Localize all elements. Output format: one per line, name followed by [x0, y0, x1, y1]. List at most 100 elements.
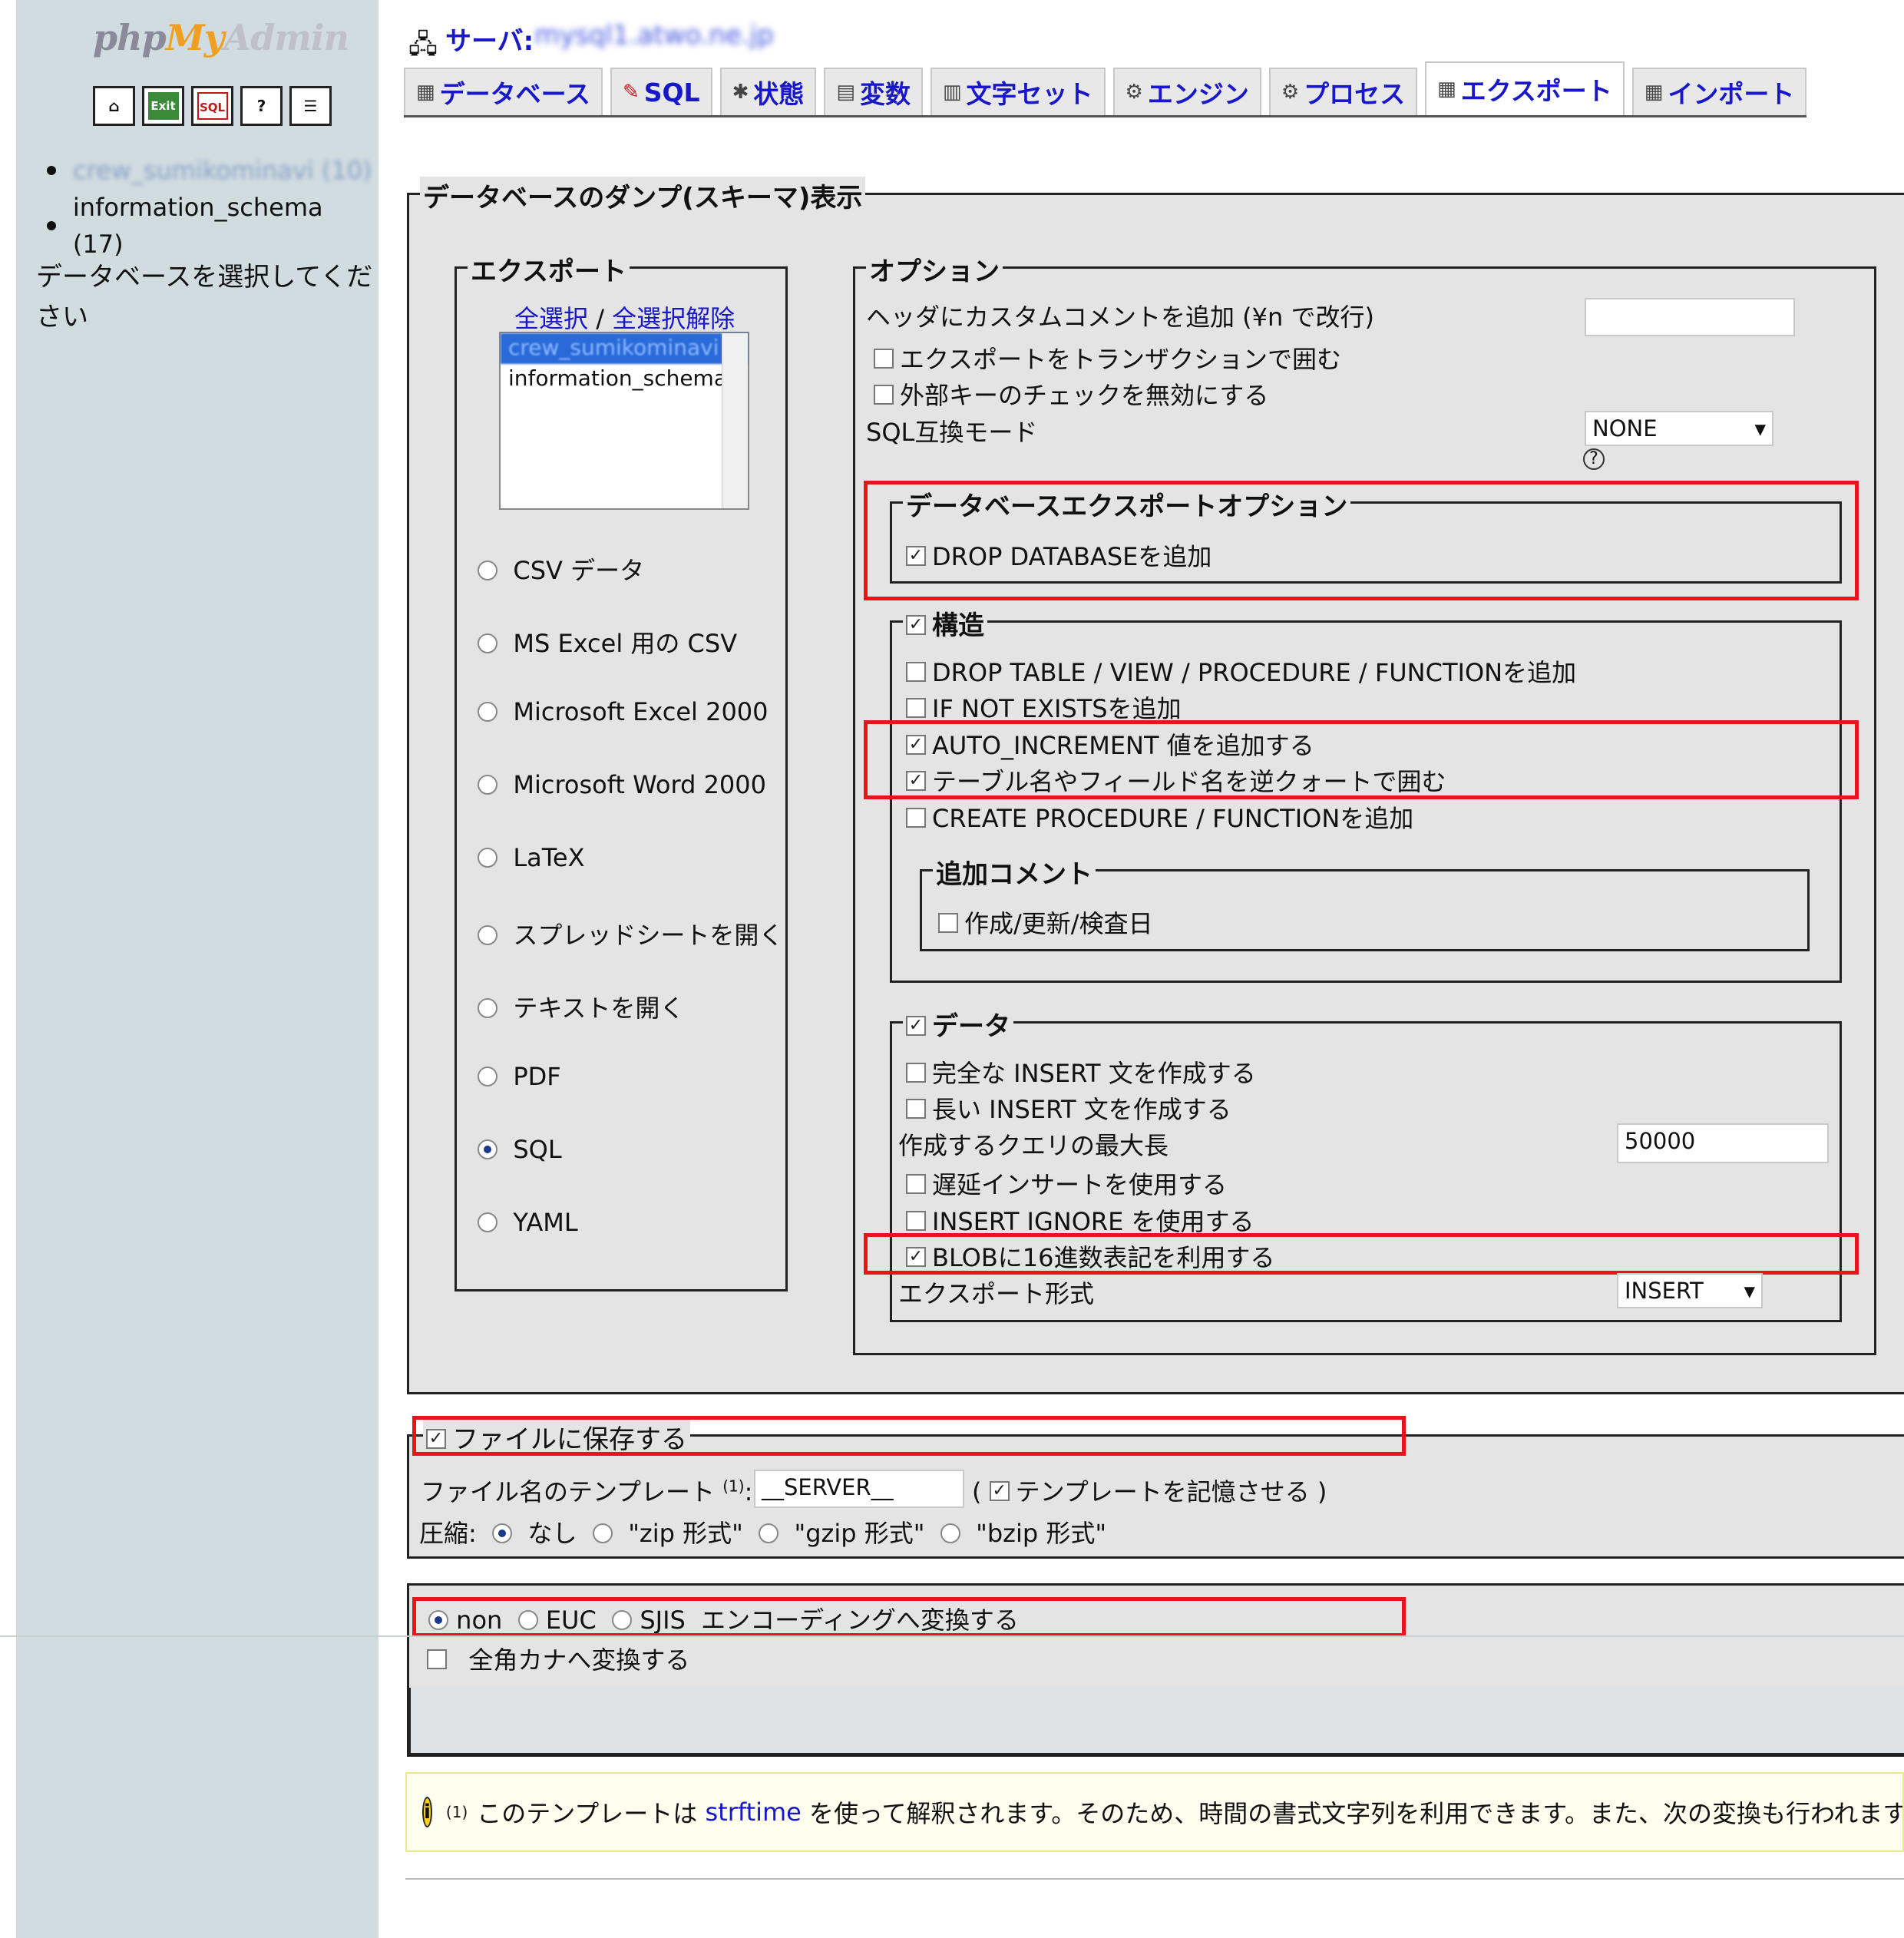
- structure-option[interactable]: CREATE PROCEDURE / FUNCTIONを追加: [906, 799, 1413, 835]
- structure-option[interactable]: DROP TABLE / VIEW / PROCEDURE / FUNCTION…: [906, 653, 1576, 689]
- exit-icon[interactable]: Exit: [142, 86, 184, 126]
- help-icon[interactable]: ?: [240, 86, 283, 126]
- bullet: [47, 221, 56, 230]
- fk-option[interactable]: 外部キーのチェックを無効にする: [874, 376, 1268, 412]
- format-csv-excel[interactable]: MS Excel 用の CSV: [478, 624, 737, 660]
- delayed-insert-checkbox[interactable]: [906, 1174, 926, 1194]
- server-host[interactable]: mysql1.atwo.ne.jp: [534, 20, 774, 51]
- transaction-checkbox[interactable]: [874, 349, 894, 369]
- format-label: テキストを開く: [513, 994, 685, 1023]
- home-icon[interactable]: ⌂: [93, 86, 135, 126]
- tab-charset[interactable]: ▥ 文字セット: [930, 68, 1106, 115]
- tab-sql[interactable]: ✎ SQL: [610, 68, 712, 115]
- complete-insert-checkbox[interactable]: [906, 1063, 926, 1083]
- remember-template-checkbox[interactable]: ✓: [989, 1481, 1010, 1501]
- sql-icon[interactable]: SQL: [191, 86, 233, 126]
- listbox-scrollbar[interactable]: [722, 333, 748, 508]
- data-option[interactable]: 完全な INSERT 文を作成する: [906, 1054, 1256, 1090]
- db-option-selected[interactable]: crew_sumikominavi: [501, 333, 748, 364]
- format-radio[interactable]: [478, 775, 497, 795]
- database-item[interactable]: information_schema (17): [47, 189, 378, 263]
- extended-insert-label: 長い INSERT 文を作成する: [932, 1095, 1231, 1124]
- format-radio[interactable]: [478, 925, 497, 945]
- comments-option[interactable]: 作成/更新/検査日: [938, 905, 1153, 940]
- exit-icon-label: Exit: [147, 92, 179, 120]
- separator: /: [596, 304, 604, 333]
- frame-divider: [0, 1635, 1904, 1637]
- compression-gzip-radio[interactable]: [759, 1523, 779, 1543]
- format-sql[interactable]: SQL: [478, 1135, 562, 1164]
- help-icon[interactable]: ?: [1583, 448, 1605, 470]
- max-query-input[interactable]: 50000: [1617, 1123, 1829, 1163]
- select-all-link[interactable]: 全選択: [514, 304, 588, 333]
- format-radio[interactable]: [478, 702, 497, 722]
- tab-process[interactable]: ⚙ プロセス: [1268, 68, 1418, 115]
- data-legend[interactable]: ✓ データ: [903, 1005, 1013, 1043]
- format-text[interactable]: テキストを開く: [478, 989, 684, 1024]
- strftime-link[interactable]: strftime: [705, 1797, 801, 1827]
- format-excel-2000[interactable]: Microsoft Excel 2000: [478, 697, 769, 726]
- create-procedure-checkbox[interactable]: [906, 808, 926, 828]
- tab-variables[interactable]: ▤ 変数: [824, 68, 923, 115]
- format-yaml[interactable]: YAML: [478, 1208, 578, 1237]
- tab-database[interactable]: ▦ データベース: [404, 68, 603, 115]
- format-spreadsheet[interactable]: スプレッドシートを開く: [478, 916, 783, 951]
- docs-icon[interactable]: ☰: [289, 86, 332, 126]
- compression-none-radio[interactable]: [492, 1523, 513, 1543]
- insert-ignore-checkbox[interactable]: [906, 1211, 926, 1231]
- export-type-select[interactable]: INSERT ▾: [1617, 1273, 1763, 1308]
- phpmyadmin-logo[interactable]: phpMyAdmin: [93, 17, 349, 58]
- format-radio[interactable]: [478, 561, 497, 580]
- format-csv[interactable]: CSV データ: [478, 551, 644, 587]
- note-text: を使って解釈されます。そのため、時間の書式文字列を利用できます。また、次の変換も…: [809, 1799, 1904, 1828]
- format-radio[interactable]: [478, 1212, 497, 1232]
- filename-template-label: ファイル名のテンプレート (1):: [421, 1473, 752, 1508]
- database-name[interactable]: crew_sumikominavi (10): [73, 152, 372, 189]
- structure-legend[interactable]: ✓ 構造: [903, 604, 987, 642]
- deselect-all-link[interactable]: 全選択解除: [612, 304, 735, 333]
- compression-bzip-radio[interactable]: [940, 1523, 960, 1543]
- drop-table-checkbox[interactable]: [906, 662, 926, 682]
- compat-select[interactable]: NONE ▾: [1585, 411, 1773, 446]
- kana-checkbox[interactable]: [427, 1649, 447, 1669]
- tab-import[interactable]: ▦ インポート: [1631, 68, 1807, 115]
- data-option[interactable]: 遅延インサートを使用する: [906, 1166, 1227, 1201]
- format-radio[interactable]: [478, 633, 497, 653]
- format-radio[interactable]: [478, 848, 497, 868]
- compression-zip-radio[interactable]: [592, 1523, 613, 1543]
- database-list: crew_sumikominavi (10) information_schem…: [47, 152, 378, 263]
- header-comment-input[interactable]: [1585, 298, 1795, 336]
- structure-checkbox[interactable]: ✓: [906, 614, 926, 635]
- data-option[interactable]: 長い INSERT 文を作成する: [906, 1090, 1231, 1126]
- structure-legend-label: 構造: [932, 610, 984, 641]
- database-multiselect[interactable]: crew_sumikominavi information_schema: [499, 332, 749, 510]
- options-legend: オプション: [866, 250, 1003, 288]
- db-option[interactable]: information_schema: [501, 364, 748, 392]
- format-radio[interactable]: [478, 1139, 497, 1159]
- transaction-option[interactable]: エクスポートをトランザクションで囲む: [874, 340, 1341, 375]
- remember-template-label: テンプレートを記憶させる: [1015, 1477, 1310, 1506]
- logo-php: php: [93, 17, 167, 58]
- server-label[interactable]: サーバ:: [445, 20, 534, 58]
- format-label: SQL: [513, 1135, 562, 1164]
- sidebar-icon-bar: ⌂ Exit SQL ? ☰: [93, 86, 332, 126]
- kana-option[interactable]: 全角カナへ変換する: [427, 1641, 689, 1676]
- tab-status[interactable]: ✱ 状態: [719, 68, 817, 115]
- format-word-2000[interactable]: Microsoft Word 2000: [478, 770, 766, 799]
- tab-engine[interactable]: ⚙ エンジン: [1112, 68, 1261, 115]
- template-footnote: i (1) このテンプレートは strftime を使って解釈されます。そのため…: [405, 1772, 1904, 1852]
- fk-checkbox[interactable]: [874, 385, 894, 405]
- data-checkbox[interactable]: ✓: [906, 1015, 926, 1036]
- format-pdf[interactable]: PDF: [478, 1062, 561, 1091]
- format-radio[interactable]: [478, 998, 497, 1018]
- format-latex[interactable]: LaTeX: [478, 843, 585, 872]
- database-name[interactable]: information_schema (17): [73, 189, 378, 263]
- if-not-exists-checkbox[interactable]: [906, 698, 926, 718]
- database-item[interactable]: crew_sumikominavi (10): [47, 152, 378, 189]
- remember-template-option[interactable]: ( ✓ テンプレートを記憶させる ): [972, 1473, 1327, 1508]
- format-radio[interactable]: [478, 1067, 497, 1086]
- dates-checkbox[interactable]: [938, 913, 958, 933]
- tab-export[interactable]: ▦ エクスポート: [1425, 61, 1625, 115]
- extended-insert-checkbox[interactable]: [906, 1099, 926, 1119]
- filename-template-input[interactable]: __SERVER__: [754, 1470, 964, 1508]
